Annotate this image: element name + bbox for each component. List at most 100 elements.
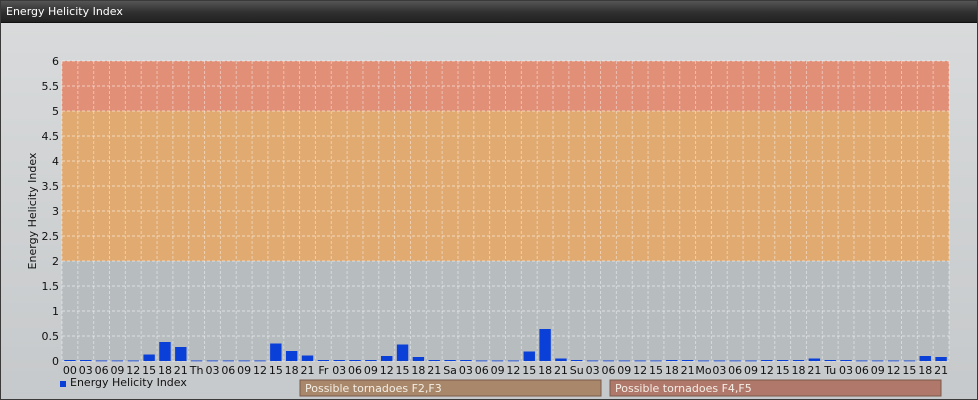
x-axis-ticks: 00 03 06 09 12 15 18 21 Th 03 06 09 12 15 18 21 Fr 03 06 09… bbox=[63, 364, 948, 377]
x-tick-label: Tu bbox=[823, 364, 836, 377]
bar-34 bbox=[602, 360, 615, 362]
y-tick-label: 5.5 bbox=[42, 80, 60, 93]
y-axis-label: Energy Helicity Index bbox=[26, 152, 39, 269]
bar-19 bbox=[365, 360, 377, 361]
x-tick-label: 15 bbox=[776, 364, 790, 377]
x-tick-label: 12 bbox=[887, 364, 901, 377]
bar-25 bbox=[460, 360, 472, 361]
bar-0 bbox=[64, 360, 76, 361]
bar-41 bbox=[713, 360, 726, 362]
x-tick-label: 18 bbox=[538, 364, 552, 377]
x-tick-label: 21 bbox=[681, 364, 695, 377]
x-tick-label: 15 bbox=[522, 364, 536, 377]
bar-27 bbox=[491, 360, 504, 362]
bar-53 bbox=[903, 360, 916, 362]
window-title: Energy Helicity Index bbox=[6, 5, 123, 18]
bar-24 bbox=[444, 360, 456, 361]
bar-21 bbox=[396, 344, 409, 361]
bar-12 bbox=[254, 360, 266, 362]
x-tick-label: Fr bbox=[318, 364, 329, 377]
x-tick-label: 06 bbox=[855, 364, 869, 377]
bar-13 bbox=[270, 343, 282, 361]
bar-22 bbox=[412, 357, 425, 361]
x-tick-label: 21 bbox=[427, 364, 441, 377]
bar-44 bbox=[761, 360, 773, 361]
legend-swatch bbox=[60, 381, 66, 387]
bar-47 bbox=[808, 358, 821, 361]
x-tick-label: 12 bbox=[253, 364, 267, 377]
x-tick-label: 18 bbox=[285, 364, 299, 377]
bar-8 bbox=[190, 360, 203, 362]
x-tick-label: 12 bbox=[760, 364, 774, 377]
x-tick-label: 15 bbox=[649, 364, 663, 377]
window-titlebar: Energy Helicity Index bbox=[1, 1, 977, 23]
bar-51 bbox=[872, 360, 884, 362]
x-tick-label: 18 bbox=[411, 364, 425, 377]
x-tick-label: 09 bbox=[491, 364, 505, 377]
y-tick-label: 5 bbox=[52, 105, 59, 118]
bar-18 bbox=[349, 360, 361, 361]
bar-15 bbox=[301, 355, 314, 361]
band-legend-label-0: Possible tornadoes F2,F3 bbox=[305, 382, 442, 395]
band-legend: Possible tornadoes F2,F3 Possible tornado… bbox=[299, 379, 942, 397]
band-legend-label-1: Possible tornadoes F4,F5 bbox=[615, 382, 752, 395]
y-tick-label: 1.5 bbox=[42, 280, 60, 293]
y-tick-label: 3 bbox=[52, 205, 59, 218]
x-tick-label: 06 bbox=[475, 364, 489, 377]
x-tick-label: 12 bbox=[633, 364, 647, 377]
bar-33 bbox=[586, 360, 599, 362]
bar-49 bbox=[840, 360, 852, 361]
y-tick-label: 4 bbox=[52, 155, 59, 168]
x-tick-label: 03 bbox=[586, 364, 600, 377]
bar-7 bbox=[175, 347, 187, 361]
bar-37 bbox=[650, 360, 662, 362]
x-tick-label: 15 bbox=[396, 364, 410, 377]
x-tick-label: 09 bbox=[237, 364, 251, 377]
x-tick-label: 03 bbox=[839, 364, 853, 377]
bar-10 bbox=[222, 360, 235, 362]
bar-38 bbox=[666, 360, 678, 361]
x-tick-label: Sa bbox=[443, 364, 457, 377]
x-tick-label: Su bbox=[570, 364, 584, 377]
y-tick-label: 3.5 bbox=[42, 180, 60, 193]
bar-28 bbox=[507, 360, 520, 362]
bar-11 bbox=[238, 360, 250, 362]
bar-26 bbox=[476, 360, 488, 362]
x-tick-label: 12 bbox=[506, 364, 520, 377]
bar-30 bbox=[539, 329, 551, 361]
y-tick-label: 0 bbox=[52, 355, 59, 368]
x-tick-label: 21 bbox=[934, 364, 948, 377]
bar-46 bbox=[792, 360, 805, 361]
bar-4 bbox=[127, 360, 139, 362]
bar-55 bbox=[935, 357, 947, 361]
x-tick-label: 15 bbox=[269, 364, 283, 377]
x-tick-label: 12 bbox=[380, 364, 394, 377]
bar-45 bbox=[776, 360, 789, 361]
bar-50 bbox=[856, 360, 868, 362]
chart-panel: 0 0.5 1 1.5 2 2.5 3 3.5 4 4.5 5 5.5 6 00 03 06 09 12 15 18… bbox=[1, 23, 977, 399]
y-tick-label: 2.5 bbox=[42, 230, 60, 243]
x-tick-label: Th bbox=[189, 364, 204, 377]
bar-2 bbox=[95, 360, 108, 362]
y-axis-ticks: 0 0.5 1 1.5 2 2.5 3 3.5 4 4.5 5 5.5 6 bbox=[42, 55, 60, 368]
x-tick-label: 21 bbox=[807, 364, 821, 377]
chart-window: Energy Helicity Index 0 0.5 1 1.5 2 2.5 3 3.5 4 4… bbox=[0, 0, 978, 400]
x-tick-label: Mo bbox=[695, 364, 711, 377]
bar-1 bbox=[80, 360, 92, 361]
bar-9 bbox=[206, 360, 219, 362]
x-tick-label: 15 bbox=[902, 364, 916, 377]
bar-29 bbox=[523, 351, 535, 361]
x-tick-label: 03 bbox=[459, 364, 473, 377]
bar-20 bbox=[381, 356, 393, 361]
x-tick-label: 09 bbox=[617, 364, 631, 377]
legend-label: Energy Helicity Index bbox=[70, 376, 187, 389]
bar-42 bbox=[729, 360, 741, 362]
bar-16 bbox=[317, 360, 330, 361]
bar-32 bbox=[571, 360, 583, 361]
x-tick-label: 03 bbox=[205, 364, 219, 377]
bar-52 bbox=[887, 360, 900, 362]
legend: Energy Helicity Index bbox=[60, 376, 187, 389]
y-tick-label: 0.5 bbox=[42, 330, 60, 343]
y-tick-label: 1 bbox=[52, 305, 59, 318]
y-tick-label: 2 bbox=[52, 255, 59, 268]
